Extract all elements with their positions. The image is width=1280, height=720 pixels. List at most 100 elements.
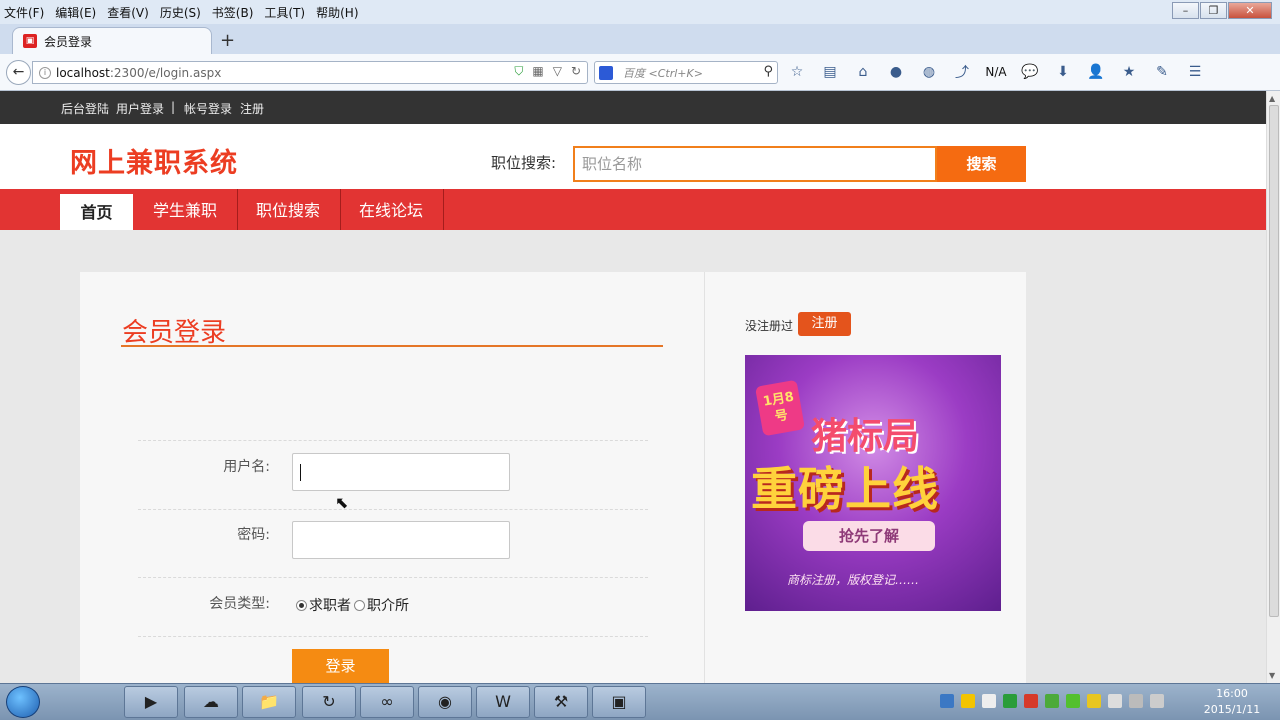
radio-job-seeker[interactable] <box>296 599 307 611</box>
top-strip: 后台登陆 用户登录 | 帐号登录 注册 <box>0 91 1266 124</box>
menu-bookmarks[interactable]: 书签(B) <box>212 4 254 21</box>
mouse-cursor-icon: ⬉ <box>335 493 349 512</box>
username-input[interactable] <box>292 453 510 491</box>
banner-subheadline: 重磅上线 <box>751 462 939 516</box>
scrollbar-thumb[interactable] <box>1269 105 1279 617</box>
nav-student-jobs[interactable]: 学生兼职 <box>133 189 239 230</box>
admin-login-link[interactable]: 后台登陆 <box>61 100 109 117</box>
member-type-group: 求职者 职介所 <box>296 595 409 615</box>
job-search-button[interactable]: 搜索 <box>937 146 1026 182</box>
promo-banner[interactable]: 1月8号 猪标局 重磅上线 抢先了解 商标注册，版权登记…… <box>745 355 1001 611</box>
refresh-app-icon[interactable]: ↻ <box>302 686 356 718</box>
top-register-link[interactable]: 注册 <box>240 100 264 117</box>
volume-icon[interactable] <box>1150 694 1164 708</box>
account-login-link[interactable]: 帐号登录 <box>184 100 232 117</box>
star-badge-icon[interactable]: ★ <box>1118 64 1140 80</box>
taskbar-clock[interactable]: 16:00 2015/1/11 <box>1200 686 1264 718</box>
browser-search-bar[interactable]: 百度 <Ctrl+K> ⚲ <box>594 61 778 84</box>
password-label: 密码: <box>237 527 270 543</box>
register-button[interactable]: 注册 <box>798 312 851 336</box>
scroll-up-icon[interactable]: ▲ <box>1269 94 1275 103</box>
address-bar[interactable]: i localhost:2300/e/login.aspx ⛉ ▦ ▽ ↻ <box>32 61 588 84</box>
menu-view[interactable]: 查看(V) <box>107 4 149 21</box>
banner-date: 1月8号 <box>754 379 806 437</box>
menu-icon[interactable]: ☰ <box>1184 64 1206 80</box>
extension-icon[interactable]: ● <box>885 64 907 80</box>
row-divider <box>138 636 648 637</box>
search-engine-icon[interactable] <box>599 65 613 80</box>
reload-icon[interactable]: ↻ <box>571 64 581 79</box>
shield-icon[interactable]: ⛉ <box>514 64 523 79</box>
bookmark-star-icon[interactable]: ☆ <box>786 64 808 80</box>
word-icon[interactable]: W <box>476 686 530 718</box>
menu-file[interactable]: 文件(F) <box>4 4 44 21</box>
back-icon[interactable]: ← <box>6 60 31 85</box>
home-icon[interactable]: ⌂ <box>852 64 874 80</box>
signal-icon[interactable] <box>1129 694 1143 708</box>
username-label: 用户名: <box>223 459 270 475</box>
radio-agency-label[interactable]: 职介所 <box>367 595 409 615</box>
login-button[interactable]: 登录 <box>292 649 389 683</box>
reading-list-icon[interactable]: ▤ <box>819 64 841 80</box>
password-input[interactable] <box>292 521 510 559</box>
user-icon[interactable]: 👤 <box>1085 64 1107 80</box>
close-button[interactable]: ✕ <box>1228 2 1272 19</box>
firefox-icon[interactable]: ◉ <box>418 686 472 718</box>
tab-title: 会员登录 <box>44 34 93 49</box>
tray-icon[interactable] <box>1045 694 1059 708</box>
clock-time: 16:00 <box>1216 687 1248 700</box>
scroll-down-icon[interactable]: ▼ <box>1269 671 1275 680</box>
infinity-app-icon[interactable]: ∞ <box>360 686 414 718</box>
chart-icon[interactable]: ⤴ <box>951 62 973 82</box>
tray-icon[interactable] <box>1003 694 1017 708</box>
menu-tools[interactable]: 工具(T) <box>264 4 305 21</box>
tray-icon[interactable] <box>1087 694 1101 708</box>
tools-app-icon[interactable]: ⚒ <box>534 686 588 718</box>
download-icon[interactable]: ⬇ <box>1052 64 1074 80</box>
minimize-button[interactable]: – <box>1172 2 1199 19</box>
media-player-icon[interactable]: ▶ <box>124 686 178 718</box>
system-tray <box>940 694 1171 708</box>
menu-help[interactable]: 帮助(H) <box>316 4 358 21</box>
cloud-sync-icon[interactable]: ☁ <box>184 686 238 718</box>
radio-job-seeker-label[interactable]: 求职者 <box>309 595 351 615</box>
chat-icon[interactable]: 💬 <box>1019 64 1041 80</box>
restore-button[interactable]: ❐ <box>1200 2 1227 19</box>
page-viewport: 后台登陆 用户登录 | 帐号登录 注册 网上兼职系统 职位搜索: 职位名称 搜索… <box>0 91 1266 683</box>
addon-icon[interactable]: ✎ <box>1151 64 1173 80</box>
search-icon[interactable]: ⚲ <box>763 64 773 79</box>
new-tab-icon[interactable]: + <box>220 30 235 51</box>
qr-code-icon[interactable]: ▦ <box>532 64 543 79</box>
tray-icon[interactable] <box>1108 694 1122 708</box>
main-nav: 首页 学生兼职 职位搜索 在线论坛 <box>0 189 1266 230</box>
tray-icon[interactable] <box>940 694 954 708</box>
window-app-icon[interactable]: ▣ <box>592 686 646 718</box>
banner-cta[interactable]: 抢先了解 <box>803 521 935 551</box>
nav-job-search[interactable]: 职位搜索 <box>236 189 342 230</box>
site-logo[interactable]: 网上兼职系统 <box>70 141 238 180</box>
tray-icon[interactable] <box>1066 694 1080 708</box>
radio-agency[interactable] <box>354 599 365 611</box>
nav-forum[interactable]: 在线论坛 <box>339 189 445 230</box>
dropdown-icon[interactable]: ▽ <box>553 64 562 79</box>
menu-history[interactable]: 历史(S) <box>160 4 201 21</box>
globe-icon[interactable]: ◍ <box>918 64 940 80</box>
job-search-input[interactable]: 职位名称 <box>573 146 937 182</box>
na-indicator[interactable]: N/A <box>984 65 1008 79</box>
file-explorer-icon[interactable]: 📁 <box>242 686 296 718</box>
tray-icon[interactable] <box>1024 694 1038 708</box>
window-controls: – ❐ ✕ <box>1171 2 1272 19</box>
banner-footer: 商标注册，版权登记…… <box>787 573 920 587</box>
nav-home[interactable]: 首页 <box>60 194 133 230</box>
clock-date: 2015/1/11 <box>1203 703 1261 716</box>
vertical-scrollbar[interactable]: ▲ ▼ <box>1266 91 1280 683</box>
tray-icon[interactable] <box>961 694 975 708</box>
start-button[interactable] <box>6 686 40 718</box>
site-info-icon[interactable]: i <box>39 66 51 79</box>
login-title: 会员登录 <box>122 318 227 348</box>
member-type-label: 会员类型: <box>209 596 270 612</box>
user-login-link[interactable]: 用户登录 <box>116 100 164 117</box>
tray-icon[interactable] <box>982 694 996 708</box>
menu-edit[interactable]: 编辑(E) <box>55 4 96 21</box>
browser-tab[interactable]: ▣ 会员登录 <box>12 27 212 54</box>
